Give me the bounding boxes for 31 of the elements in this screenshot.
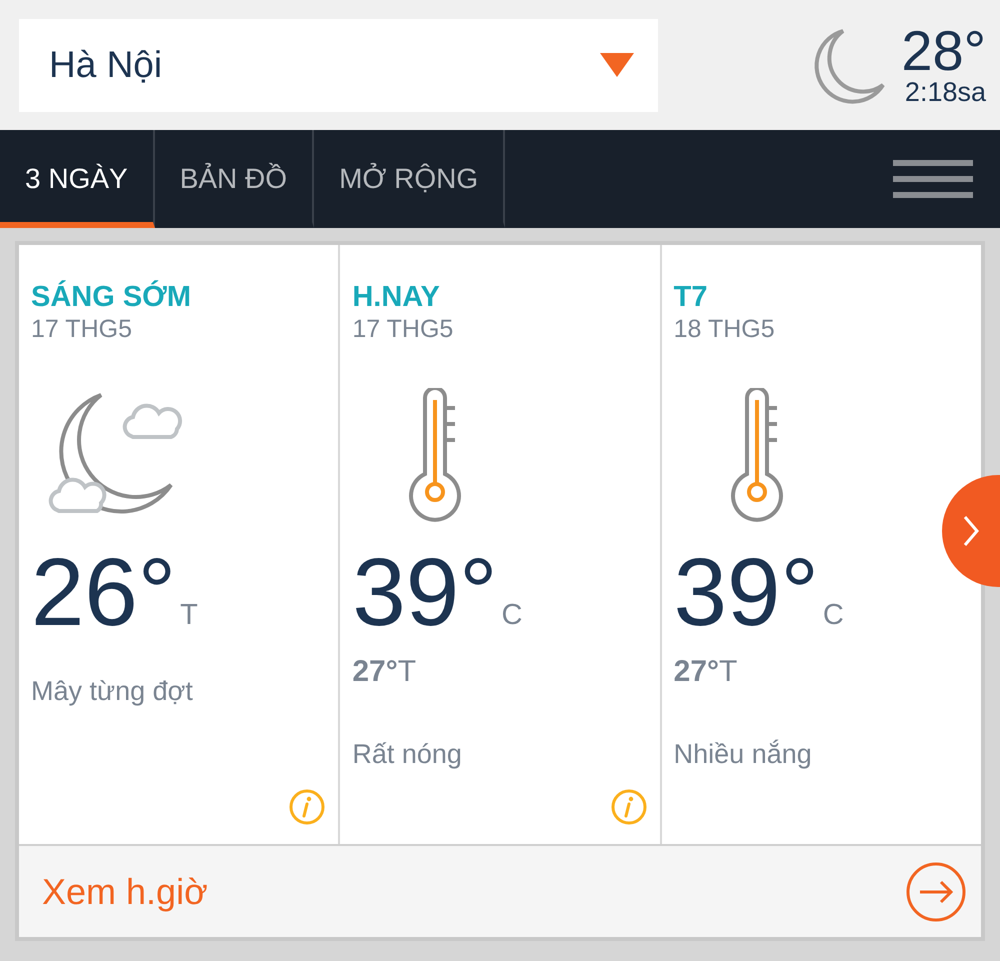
condition: Rất nóng (352, 738, 462, 771)
info-icon[interactable] (610, 788, 648, 826)
dropdown-caret-icon (600, 53, 634, 77)
temperature: 26° (31, 545, 176, 641)
day-title: SÁNG SỚM (31, 281, 192, 313)
tab[interactable]: MỞ RỘNG (314, 130, 506, 228)
temperature-unit: C (822, 598, 844, 632)
arrow-circle-icon[interactable] (905, 860, 967, 922)
hourly-link-label: Xem h.giờ (42, 870, 208, 914)
low-temperature: 27°T (674, 654, 738, 690)
chevron-right-icon (963, 515, 979, 547)
condition: Nhiều nắng (674, 738, 812, 771)
low-temperature: 27°T (352, 654, 416, 690)
day-date: 18 THG5 (674, 314, 775, 345)
day-date: 17 THG5 (31, 314, 132, 345)
tab[interactable]: BẢN ĐỒ (154, 130, 314, 228)
temperature: 39° (352, 545, 498, 641)
current-temperature: 28° (901, 24, 986, 78)
location-name: Hà Nội (49, 43, 162, 88)
tab[interactable]: 3 NGÀY (0, 130, 155, 228)
temperature: 39° (674, 545, 819, 641)
day-date: 17 THG5 (352, 314, 454, 345)
menu-icon[interactable] (893, 158, 973, 200)
condition: Mây từng đợt (31, 675, 193, 708)
current-time: 2:18sa (904, 78, 986, 106)
day-title: T7 (674, 281, 708, 313)
temperature-unit: T (180, 598, 198, 632)
temperature-unit: C (502, 598, 522, 632)
day-title: H.NAY (352, 281, 440, 313)
info-icon[interactable] (288, 788, 326, 826)
location-dropdown[interactable]: Hà Nội (19, 18, 658, 112)
